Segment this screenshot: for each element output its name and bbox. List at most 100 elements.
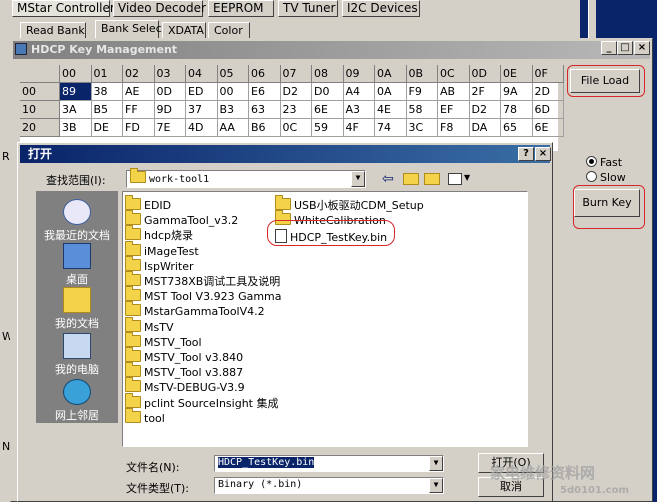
grid-cell[interactable]: D2 [280, 83, 312, 101]
grid-cell[interactable]: 4E [375, 101, 407, 119]
grid-cell[interactable]: 6E [312, 101, 344, 119]
place-desktop[interactable]: 桌面 [36, 243, 118, 287]
folder-icon [125, 377, 141, 393]
list-item[interactable]: iMageTest [125, 240, 199, 259]
up-folder-icon[interactable] [403, 173, 419, 185]
list-item[interactable]: MstarGammaToolV4.2 [125, 301, 265, 319]
list-item[interactable]: tool [125, 407, 165, 426]
tab-video-decoder[interactable]: Video Decoder [113, 0, 206, 17]
list-item[interactable]: MSTV_Tool v3.887 [125, 362, 243, 380]
grid-cell[interactable]: 89 [60, 83, 92, 101]
filetype-select[interactable]: Binary (*.bin) ▼ [214, 477, 444, 494]
list-item[interactable]: GammaTool_v3.2 [125, 210, 238, 228]
place-recent[interactable]: 我最近的文档 [36, 199, 118, 243]
grid-cell[interactable]: 6E [532, 119, 564, 137]
list-item[interactable]: hdcp烧录 [125, 225, 193, 243]
grid-cell[interactable]: EF [438, 101, 470, 119]
grid-cell[interactable]: B5 [91, 101, 123, 119]
filename-input[interactable]: HDCP_TestKey.bin ▼ [214, 455, 444, 472]
grid-cell[interactable]: DE [91, 119, 123, 137]
grid-cell[interactable]: 0A [375, 83, 407, 101]
tab-mstar-controller[interactable]: MStar Controller [12, 0, 115, 17]
list-item[interactable]: MsTV-DEBUG-V3.9 [125, 377, 245, 395]
grid-cell[interactable]: 65 [501, 119, 533, 137]
tab-bank-select[interactable]: Bank Select [95, 20, 166, 39]
hdcp-key-grid[interactable]: 00 01 02 03 04 05 06 07 08 09 0A 0B 0C 0D 0E 0F 00 89 38 AE… [20, 65, 564, 145]
help-button[interactable]: ? [518, 147, 534, 161]
grid-cell[interactable]: 0D [154, 83, 186, 101]
list-item[interactable]: MST Tool V3.923 Gamma [125, 286, 282, 304]
grid-cell[interactable]: 2F [469, 83, 501, 101]
folder-label: iMageTest [144, 244, 199, 258]
grid-cell[interactable]: 00 [217, 83, 249, 101]
view-menu-icon[interactable] [448, 173, 462, 185]
grid-cell[interactable]: AA [217, 119, 249, 137]
grid-cell[interactable]: B6 [249, 119, 281, 137]
grid-cell[interactable]: 37 [186, 101, 218, 119]
dialog-close-button[interactable]: × [535, 147, 551, 161]
list-item[interactable]: MSTV_Tool v3.840 [125, 347, 243, 365]
tab-color[interactable]: Color [208, 22, 250, 39]
place-my-computer[interactable]: 我的电脑 [36, 333, 118, 377]
grid-cell[interactable]: A3 [343, 101, 375, 119]
tab-tv-tuner[interactable]: TV Tuner [278, 0, 338, 17]
speed-slow-option[interactable]: Slow [586, 171, 626, 184]
tab-i2c-devices[interactable]: I2C Devices [342, 0, 420, 17]
grid-cell[interactable]: AE [123, 83, 155, 101]
tab-eeprom[interactable]: EEPROM [208, 0, 274, 17]
grid-cell[interactable]: FD [123, 119, 155, 137]
close-button[interactable]: × [634, 41, 650, 55]
grid-cell[interactable]: 3A [60, 101, 92, 119]
grid-cell[interactable]: 9D [154, 101, 186, 119]
chevron-down-icon[interactable]: ▼ [429, 456, 443, 471]
places-bar: 我最近的文档 桌面 我的文档 我的电脑 网上邻居 [36, 191, 118, 423]
place-network[interactable]: 网上邻居 [36, 379, 118, 423]
grid-cell[interactable]: 4F [343, 119, 375, 137]
list-item[interactable]: pclint SourceInsight 集成 [125, 392, 278, 411]
look-in-combo[interactable]: work-tool1 ▼ [126, 168, 366, 188]
grid-cell[interactable]: 58 [406, 101, 438, 119]
tab-read-bank[interactable]: Read Bank [20, 22, 86, 39]
chevron-down-icon[interactable]: ▼ [429, 478, 443, 493]
grid-cell[interactable]: 7E [154, 119, 186, 137]
grid-cell[interactable]: D2 [469, 101, 501, 119]
grid-cell[interactable]: ED [186, 83, 218, 101]
folder-label: tool [144, 411, 165, 425]
place-my-documents[interactable]: 我的文档 [36, 287, 118, 331]
minimize-button[interactable]: _ [601, 41, 617, 55]
tab-xdata[interactable]: XDATA [162, 22, 206, 39]
grid-cell[interactable]: 0C [280, 119, 312, 137]
grid-cell[interactable]: 74 [375, 119, 407, 137]
grid-cell[interactable]: 23 [280, 101, 312, 119]
grid-cell[interactable]: D0 [312, 83, 344, 101]
grid-cell[interactable]: F8 [438, 119, 470, 137]
new-folder-icon[interactable] [424, 173, 440, 185]
list-item[interactable]: USB小板驱动CDM_Setup [275, 195, 424, 213]
grid-cell[interactable]: 59 [312, 119, 344, 137]
grid-cell[interactable]: 38 [91, 83, 123, 101]
grid-cell[interactable]: FF [123, 101, 155, 119]
grid-cell[interactable]: F9 [406, 83, 438, 101]
grid-cell[interactable]: 4D [186, 119, 218, 137]
list-item[interactable]: MST738XB调试工具及说明 [125, 271, 280, 289]
list-item[interactable]: IspWriter [125, 255, 194, 274]
grid-cell[interactable]: 3C [406, 119, 438, 137]
grid-cell[interactable]: 63 [249, 101, 281, 119]
speed-fast-option[interactable]: Fast [586, 156, 622, 169]
grid-cell[interactable]: E6 [249, 83, 281, 101]
grid-cell[interactable]: 6D [532, 101, 564, 119]
grid-cell[interactable]: 3B [60, 119, 92, 137]
grid-cell[interactable]: B3 [217, 101, 249, 119]
view-menu-chevron-icon[interactable]: ▼ [464, 173, 470, 182]
back-icon[interactable]: ⇦ [382, 171, 394, 187]
grid-cell[interactable]: A4 [343, 83, 375, 101]
chevron-down-icon[interactable]: ▼ [351, 171, 365, 187]
grid-cell[interactable]: 78 [501, 101, 533, 119]
list-item[interactable]: MSTV_Tool [125, 331, 202, 350]
grid-cell[interactable]: 9A [501, 83, 533, 101]
grid-cell[interactable]: 2D [532, 83, 564, 101]
maximize-button[interactable]: □ [617, 41, 633, 55]
grid-cell[interactable]: AB [438, 83, 470, 101]
file-list[interactable]: USB小板驱动CDM_Setup WhiteCalibration HDCP_T… [122, 191, 528, 447]
grid-cell[interactable]: DA [469, 119, 501, 137]
